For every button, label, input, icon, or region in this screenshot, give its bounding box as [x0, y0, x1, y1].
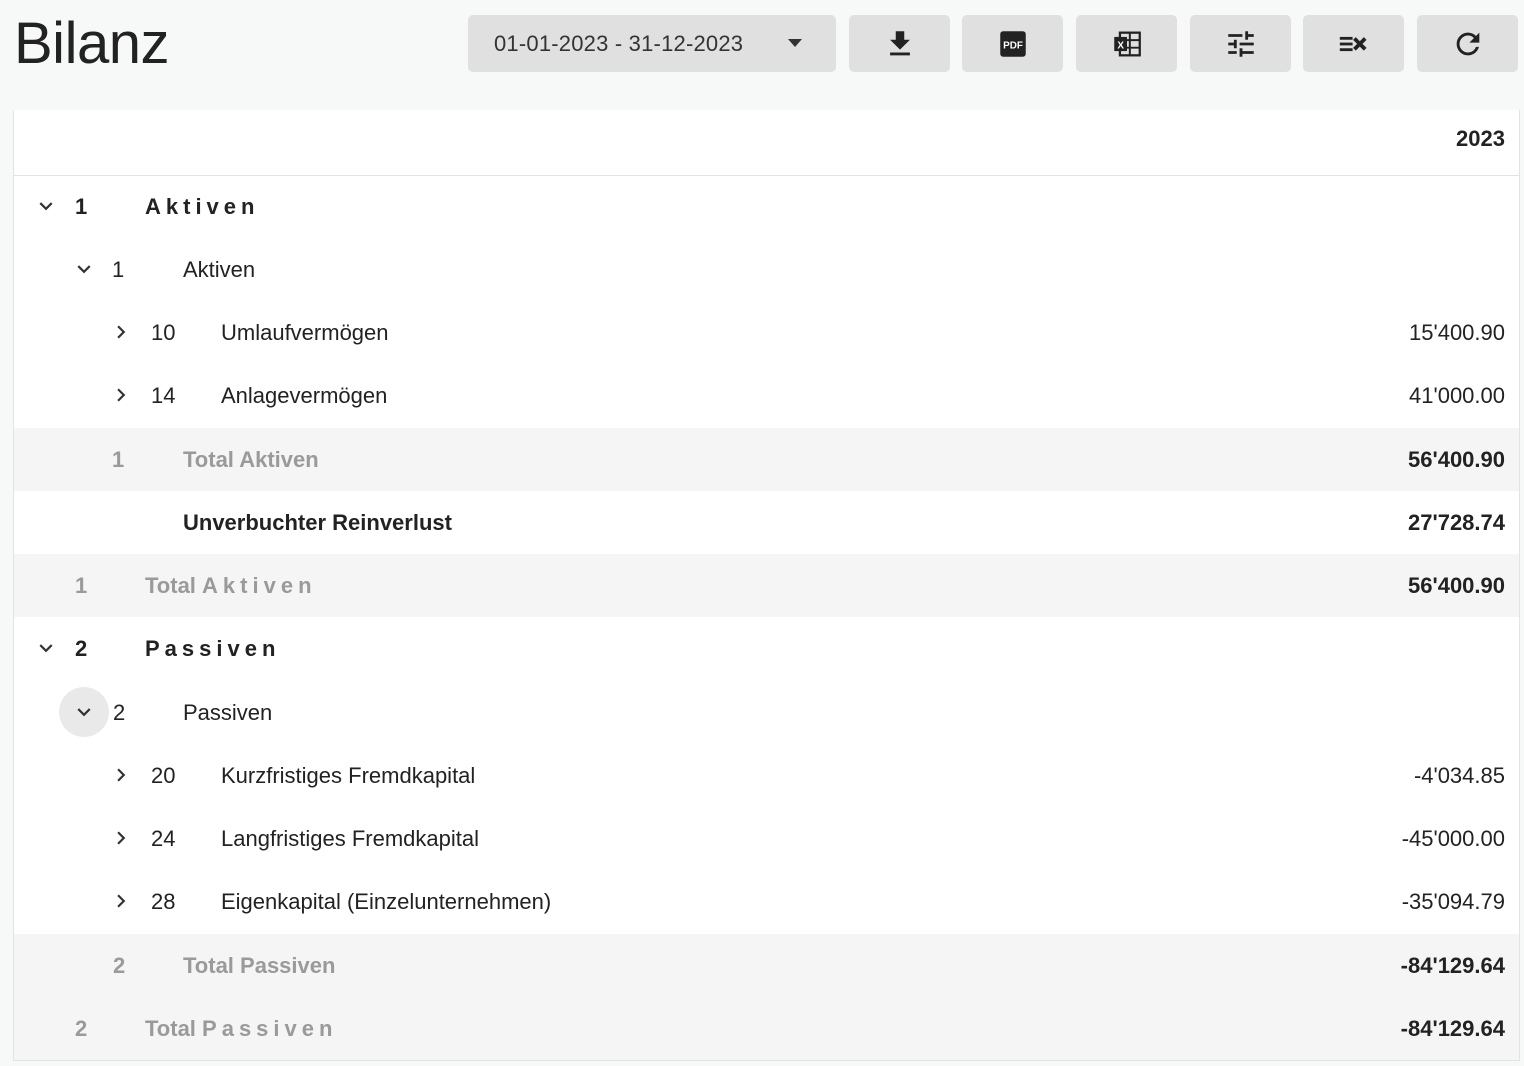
- total-label: Total Aktiven: [183, 447, 319, 472]
- column-header-year: 2023: [1456, 126, 1505, 151]
- account-label: Anlagevermögen: [221, 383, 388, 408]
- account-number: 1: [112, 257, 125, 282]
- balance-sheet-table: 2023 1 Aktiven 1 Aktiven 10 Umlaufvermög…: [13, 110, 1520, 1061]
- account-label: Aktiven: [145, 194, 260, 219]
- account-number: 20: [151, 763, 176, 788]
- chevron-right-icon[interactable]: [101, 818, 141, 858]
- chevron-right-icon[interactable]: [101, 375, 141, 415]
- table-row[interactable]: 24 Langfristiges Fremdkapital -45'000.00: [14, 807, 1519, 870]
- download-button[interactable]: [849, 15, 950, 72]
- download-icon: [889, 30, 910, 55]
- total-value: 56'400.90: [1408, 573, 1505, 598]
- table-row: Unverbuchter Reinverlust 27'728.74: [14, 491, 1519, 554]
- account-label: Aktiven: [183, 257, 256, 282]
- account-number: 2: [75, 1016, 88, 1041]
- account-value: -35'094.79: [1401, 889, 1505, 914]
- account-number: 2: [113, 700, 126, 725]
- chevron-down-icon[interactable]: [26, 186, 66, 226]
- table-row[interactable]: 10 Umlaufvermögen 15'400.90: [14, 301, 1519, 364]
- chevron-down-icon[interactable]: [59, 687, 109, 737]
- clear-selection-icon: [1339, 36, 1367, 51]
- toolbar: 01-01-2023 - 31-12-2023 PDF X: [0, 15, 1524, 72]
- caret-down-icon: [788, 39, 802, 47]
- account-value: -4'034.85: [1413, 763, 1505, 788]
- account-label: Passiven: [183, 700, 273, 725]
- pdf-icon: PDF: [999, 30, 1026, 57]
- filter-settings-button[interactable]: [1190, 15, 1291, 72]
- chevron-right-icon[interactable]: [101, 755, 141, 795]
- svg-text:PDF: PDF: [1003, 40, 1023, 51]
- table-row[interactable]: 14 Anlagevermögen 41'000.00: [14, 364, 1519, 427]
- account-number: 2: [75, 636, 88, 661]
- excel-icon: X: [1113, 31, 1141, 56]
- total-row: 2 Total Passiven -84'129.64: [14, 934, 1519, 997]
- date-range-select[interactable]: 01-01-2023 - 31-12-2023: [468, 15, 836, 72]
- clear-selection-button[interactable]: [1303, 15, 1404, 72]
- filter-settings-icon: [1227, 30, 1254, 57]
- table-row[interactable]: 1 Aktiven: [14, 238, 1519, 301]
- chevron-down-icon[interactable]: [64, 249, 104, 289]
- table-row[interactable]: 20 Kurzfristiges Fremdkapital -4'034.85: [14, 744, 1519, 807]
- account-label: Unverbuchter Reinverlust: [183, 510, 452, 535]
- table-row[interactable]: 2 Passiven: [14, 617, 1519, 680]
- account-label: Langfristiges Fremdkapital: [221, 826, 480, 851]
- total-row: 2 Total Passiven -84'129.64: [14, 997, 1519, 1060]
- account-label: Eigenkapital (Einzelunternehmen): [221, 889, 552, 914]
- total-row: 1 Total Aktiven 56'400.90: [14, 554, 1519, 617]
- total-row: 1 Total Aktiven 56'400.90: [14, 428, 1519, 491]
- account-number: 1: [112, 447, 125, 472]
- total-value: -84'129.64: [1400, 953, 1505, 978]
- account-value: 27'728.74: [1408, 510, 1505, 535]
- account-number: 2: [113, 953, 126, 978]
- table-header: 2023: [14, 110, 1519, 176]
- export-excel-button[interactable]: X: [1076, 15, 1177, 72]
- chevron-right-icon[interactable]: [101, 881, 141, 921]
- account-value: -45'000.00: [1401, 826, 1505, 851]
- refresh-icon: [1456, 32, 1479, 55]
- table-row[interactable]: 1 Aktiven: [14, 175, 1519, 238]
- account-number: 1: [75, 573, 88, 598]
- account-number: 14: [151, 383, 176, 408]
- account-number: 28: [151, 889, 176, 914]
- table-row[interactable]: 2 Passiven: [14, 681, 1519, 744]
- table-row[interactable]: 28 Eigenkapital (Einzelunternehmen) -35'…: [14, 870, 1519, 933]
- account-value: 15'400.90: [1409, 320, 1505, 345]
- date-range-value: 01-01-2023 - 31-12-2023: [494, 30, 744, 56]
- account-label: Passiven: [145, 636, 281, 661]
- account-value: 41'000.00: [1409, 383, 1505, 408]
- account-number: 24: [151, 826, 176, 851]
- account-label: Umlaufvermögen: [221, 320, 389, 345]
- export-pdf-button[interactable]: PDF: [962, 15, 1063, 72]
- account-label: Kurzfristiges Fremdkapital: [221, 763, 476, 788]
- total-label: Total Aktiven: [145, 573, 317, 598]
- chevron-down-icon[interactable]: [26, 628, 66, 668]
- chevron-right-icon[interactable]: [101, 312, 141, 352]
- refresh-button[interactable]: [1417, 15, 1518, 72]
- total-value: -84'129.64: [1400, 1016, 1505, 1041]
- total-label: Total Passiven: [145, 1016, 338, 1041]
- account-number: 1: [75, 194, 88, 219]
- account-number: 10: [151, 320, 176, 345]
- total-value: 56'400.90: [1408, 447, 1505, 472]
- total-label: Total Passiven: [183, 953, 336, 978]
- svg-text:X: X: [1117, 40, 1124, 51]
